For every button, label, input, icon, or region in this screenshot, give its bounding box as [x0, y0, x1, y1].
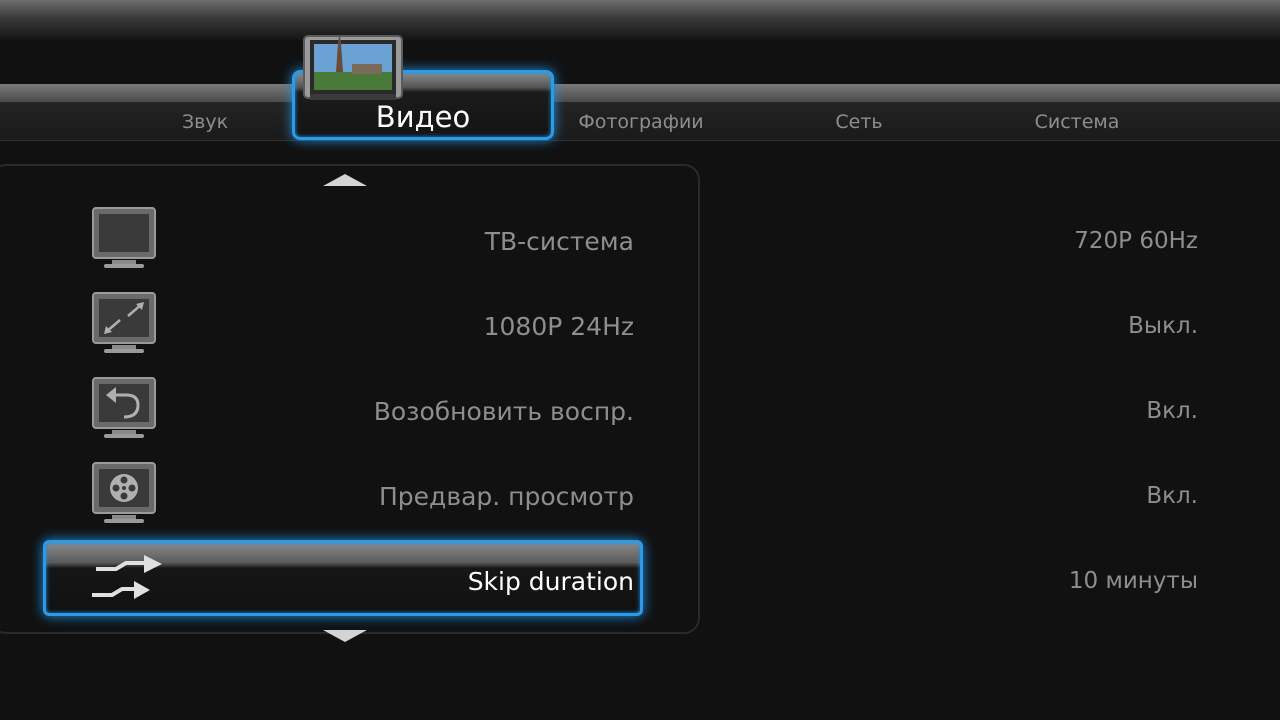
video-tab-tv-icon	[303, 35, 403, 100]
top-header-bar	[0, 0, 1280, 40]
setting-value-tv-system[interactable]: 720P 60Hz	[1074, 228, 1198, 254]
setting-label-skip-duration: Skip duration	[467, 567, 634, 596]
tab-bar-highlight	[0, 84, 1280, 102]
setting-label-resume: Возобновить воспр.	[373, 397, 634, 426]
setting-value-resume[interactable]: Вкл.	[1146, 398, 1198, 424]
skip-arrows-icon	[92, 555, 162, 599]
setting-value-skip-duration[interactable]: 10 минуты	[1069, 568, 1198, 594]
scroll-down-icon[interactable]	[323, 630, 367, 642]
resume-tv-icon	[92, 377, 156, 438]
scroll-up-icon[interactable]	[323, 174, 367, 186]
setting-label-tv-system: ТВ-система	[484, 227, 634, 256]
setting-label-1080p24: 1080P 24Hz	[483, 312, 634, 341]
setting-value-1080p24[interactable]: Выкл.	[1128, 313, 1198, 339]
tv-icon	[92, 207, 156, 268]
tab-video[interactable]: Видео	[376, 100, 470, 134]
resize-tv-icon	[92, 292, 156, 353]
film-reel-tv-icon	[92, 462, 156, 523]
tab-system[interactable]: Система	[1035, 111, 1120, 133]
setting-value-preview[interactable]: Вкл.	[1146, 483, 1198, 509]
tab-photos[interactable]: Фотографии	[578, 111, 703, 133]
tab-sound[interactable]: Звук	[182, 111, 228, 133]
tab-network[interactable]: Сеть	[835, 111, 882, 133]
setting-label-preview: Предвар. просмотр	[379, 482, 634, 511]
